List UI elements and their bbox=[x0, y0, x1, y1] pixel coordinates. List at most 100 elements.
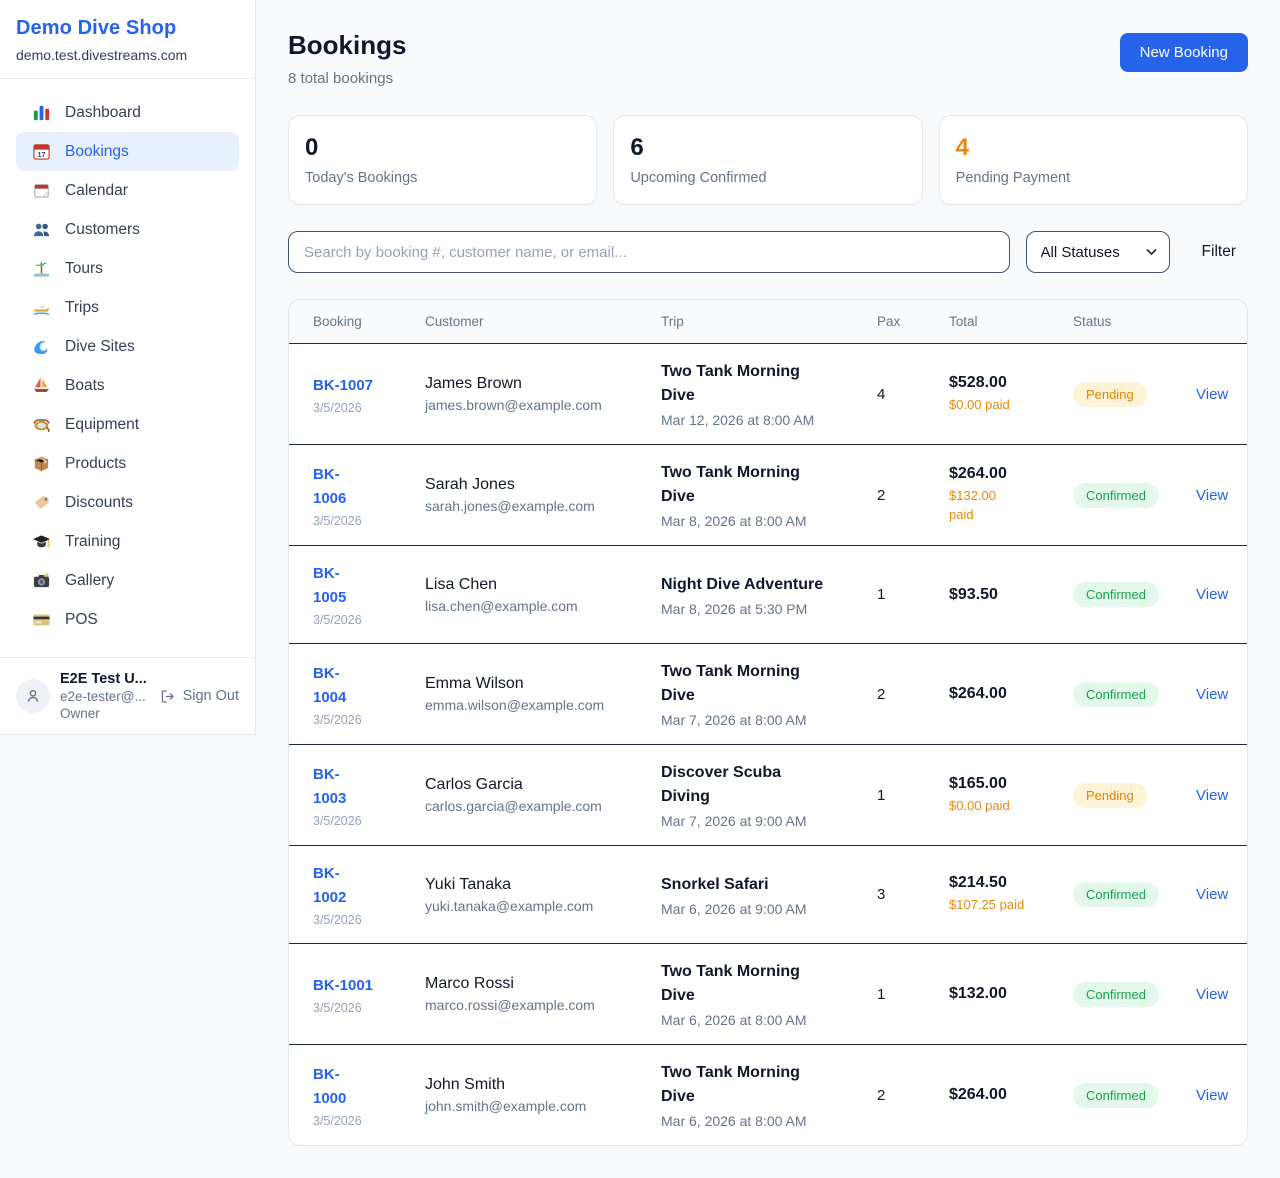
table-row: BK-10073/5/2026James Brownjames.brown@ex… bbox=[289, 344, 1248, 445]
wave-icon bbox=[32, 337, 51, 356]
stat-card-pending-payment: 4 Pending Payment bbox=[939, 115, 1248, 205]
stat-label: Upcoming Confirmed bbox=[630, 170, 905, 186]
view-booking-link[interactable]: View bbox=[1196, 886, 1228, 903]
page-subtitle: 8 total bookings bbox=[288, 70, 406, 87]
bookings-table: Booking Customer Trip Pax Total Status B… bbox=[289, 300, 1248, 1145]
filter-button[interactable]: Filter bbox=[1202, 243, 1236, 261]
page-title: Bookings bbox=[288, 30, 406, 61]
total-amount: $165.00 bbox=[949, 775, 1049, 793]
customer-name: Lisa Chen bbox=[425, 576, 637, 594]
total-amount: $214.50 bbox=[949, 874, 1049, 892]
booking-cell: BK-10073/5/2026 bbox=[289, 344, 413, 445]
calendar-icon bbox=[32, 181, 51, 200]
sidebar-item-label: Customers bbox=[65, 221, 140, 239]
booking-cell: BK- 10003/5/2026 bbox=[289, 1045, 413, 1146]
sidebar-item-label: Gallery bbox=[65, 572, 114, 590]
trip-name: Two Tank Morning Dive bbox=[661, 461, 853, 509]
table-body: BK-10073/5/2026James Brownjames.brown@ex… bbox=[289, 344, 1248, 1146]
island-icon bbox=[32, 259, 51, 278]
status-cell: Confirmed bbox=[1061, 1045, 1184, 1146]
view-booking-link[interactable]: View bbox=[1196, 1087, 1228, 1104]
page-header: Bookings 8 total bookings New Booking bbox=[288, 30, 1248, 87]
sidebar-item-boats[interactable]: Boats bbox=[16, 366, 239, 405]
table-row: BK- 10043/5/2026Emma Wilsonemma.wilson@e… bbox=[289, 644, 1248, 745]
customer-email: sarah.jones@example.com bbox=[425, 498, 637, 514]
diving-mask-icon bbox=[32, 415, 51, 434]
booking-number-link[interactable]: BK- 1002 bbox=[313, 862, 401, 910]
trip-name: Two Tank Morning Dive bbox=[661, 660, 853, 708]
paid-amount: $107.25 paid bbox=[949, 896, 1049, 915]
status-cell: Confirmed bbox=[1061, 846, 1184, 944]
booking-number-link[interactable]: BK- 1005 bbox=[313, 562, 401, 610]
column-header-booking: Booking bbox=[289, 300, 413, 344]
sidebar-item-label: Boats bbox=[65, 377, 105, 395]
new-booking-button[interactable]: New Booking bbox=[1120, 33, 1248, 72]
status-filter-select[interactable]: All Statuses bbox=[1026, 231, 1170, 273]
pax-count: 1 bbox=[877, 787, 925, 804]
sign-out-label: Sign Out bbox=[183, 688, 239, 704]
people-icon bbox=[32, 220, 51, 239]
view-booking-link[interactable]: View bbox=[1196, 787, 1228, 804]
booking-number-link[interactable]: BK- 1000 bbox=[313, 1063, 401, 1111]
column-header-status: Status bbox=[1061, 300, 1184, 344]
view-booking-link[interactable]: View bbox=[1196, 586, 1228, 603]
actions-cell: View bbox=[1184, 846, 1248, 944]
actions-cell: View bbox=[1184, 445, 1248, 546]
sidebar-item-gallery[interactable]: Gallery bbox=[16, 561, 239, 600]
sidebar-item-equipment[interactable]: Equipment bbox=[16, 405, 239, 444]
trip-name: Two Tank Morning Dive bbox=[661, 1061, 853, 1109]
booking-number-link[interactable]: BK- 1003 bbox=[313, 763, 401, 811]
sidebar-item-tours[interactable]: Tours bbox=[16, 249, 239, 288]
booking-number-link[interactable]: BK- 1006 bbox=[313, 463, 401, 511]
booking-number-link[interactable]: BK-1007 bbox=[313, 374, 401, 398]
customer-cell: John Smithjohn.smith@example.com bbox=[413, 1045, 649, 1146]
trip-datetime: Mar 8, 2026 at 8:00 AM bbox=[661, 513, 853, 529]
sidebar-item-dive-sites[interactable]: Dive Sites bbox=[16, 327, 239, 366]
actions-cell: View bbox=[1184, 1045, 1248, 1146]
view-booking-link[interactable]: View bbox=[1196, 986, 1228, 1003]
sign-out-button[interactable]: Sign Out bbox=[159, 688, 239, 705]
pax-cell: 2 bbox=[865, 445, 937, 546]
sidebar-item-products[interactable]: Products bbox=[16, 444, 239, 483]
trip-datetime: Mar 6, 2026 at 8:00 AM bbox=[661, 1113, 853, 1129]
sidebar-item-trips[interactable]: Trips bbox=[16, 288, 239, 327]
shop-domain: demo.test.divestreams.com bbox=[16, 47, 239, 63]
column-header-trip: Trip bbox=[649, 300, 865, 344]
view-booking-link[interactable]: View bbox=[1196, 686, 1228, 703]
sidebar-item-pos[interactable]: POS bbox=[16, 600, 239, 639]
pax-cell: 1 bbox=[865, 546, 937, 644]
sidebar-item-customers[interactable]: Customers bbox=[16, 210, 239, 249]
view-booking-link[interactable]: View bbox=[1196, 386, 1228, 403]
sidebar-item-dashboard[interactable]: Dashboard bbox=[16, 93, 239, 132]
column-header-actions bbox=[1184, 300, 1248, 344]
sidebar-item-label: Calendar bbox=[65, 182, 128, 200]
status-cell: Confirmed bbox=[1061, 944, 1184, 1045]
sidebar-item-label: Bookings bbox=[65, 143, 129, 161]
sidebar-item-bookings[interactable]: 17Bookings bbox=[16, 132, 239, 171]
sidebar-item-calendar[interactable]: Calendar bbox=[16, 171, 239, 210]
total-amount: $132.00 bbox=[949, 985, 1049, 1003]
booking-date: 3/5/2026 bbox=[313, 1001, 401, 1015]
shop-header: Demo Dive Shop demo.test.divestreams.com bbox=[0, 0, 255, 79]
trip-cell: Night Dive AdventureMar 8, 2026 at 5:30 … bbox=[649, 546, 865, 644]
status-filter-wrap: All Statuses bbox=[1026, 231, 1170, 273]
total-amount: $264.00 bbox=[949, 1086, 1049, 1104]
customer-cell: Marco Rossimarco.rossi@example.com bbox=[413, 944, 649, 1045]
trip-cell: Snorkel SafariMar 6, 2026 at 9:00 AM bbox=[649, 846, 865, 944]
sidebar-item-discounts[interactable]: Discounts bbox=[16, 483, 239, 522]
view-booking-link[interactable]: View bbox=[1196, 487, 1228, 504]
booking-number-link[interactable]: BK- 1004 bbox=[313, 662, 401, 710]
customer-name: Emma Wilson bbox=[425, 675, 637, 693]
customer-name: Carlos Garcia bbox=[425, 776, 637, 794]
customer-email: yuki.tanaka@example.com bbox=[425, 898, 637, 914]
sidebar-item-label: Dive Sites bbox=[65, 338, 135, 356]
customer-cell: Yuki Tanakayuki.tanaka@example.com bbox=[413, 846, 649, 944]
search-input[interactable] bbox=[288, 231, 1010, 273]
sidebar-item-training[interactable]: Training bbox=[16, 522, 239, 561]
booking-number-link[interactable]: BK-1001 bbox=[313, 974, 401, 998]
status-cell: Pending bbox=[1061, 745, 1184, 846]
trip-datetime: Mar 7, 2026 at 9:00 AM bbox=[661, 813, 853, 829]
customer-cell: Lisa Chenlisa.chen@example.com bbox=[413, 546, 649, 644]
total-cell: $165.00$0.00 paid bbox=[937, 745, 1061, 846]
pax-count: 2 bbox=[877, 686, 925, 703]
